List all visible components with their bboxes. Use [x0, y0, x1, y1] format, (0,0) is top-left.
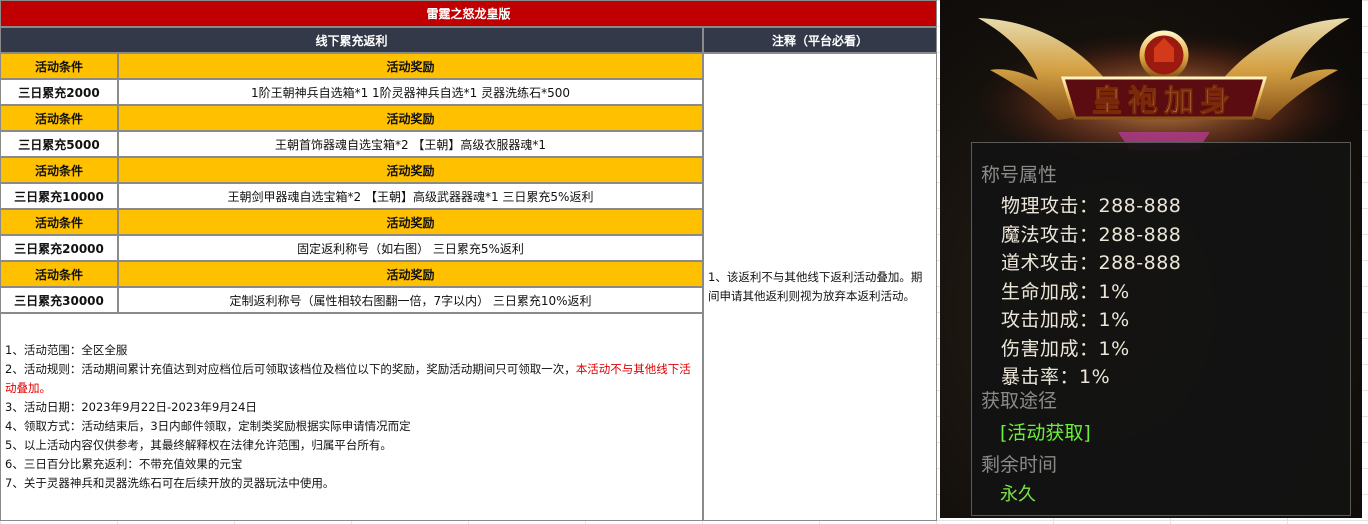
- condition-cell[interactable]: 三日累充30000: [0, 287, 118, 313]
- condition-header-cell[interactable]: 活动条件: [0, 157, 118, 183]
- condition-header-cell[interactable]: 活动条件: [0, 209, 118, 235]
- note-line-7: 7、关于灵器神兵和灵器洗练石可在后续开放的灵器玩法中使用。: [5, 476, 335, 490]
- reward-header-cell[interactable]: 活动奖励: [118, 105, 703, 131]
- attr-line: 生命加成：1%: [1001, 280, 1130, 303]
- reward-cell[interactable]: 王朝剑甲器魂自选宝箱*2 【王朝】高级武器器魂*1 三日累充5%返利: [118, 183, 703, 209]
- condition-header-cell[interactable]: 活动条件: [0, 53, 118, 79]
- note-line-1: 1、活动范围：全区全服: [5, 343, 128, 357]
- condition-cell[interactable]: 三日累充5000: [0, 131, 118, 157]
- reward-header-cell[interactable]: 活动奖励: [118, 157, 703, 183]
- reward-header-cell[interactable]: 活动奖励: [118, 261, 703, 287]
- time-value: 永久: [1000, 484, 1036, 505]
- source-section-label: 获取途径: [981, 390, 1058, 412]
- reward-cell[interactable]: 固定返利称号（如右图） 三日累充5%返利: [118, 235, 703, 261]
- remark-header[interactable]: 注释（平台必看）: [703, 27, 937, 53]
- remark-text: 1、该返利不与其他线下返利活动叠加。期间申请其他返利则视为放弃本返利活动。: [708, 270, 923, 303]
- note-line-2-text: 2、活动规则：活动期间累计充值达到对应档位后可领取该档位及档位以下的奖励，奖励活…: [5, 362, 576, 376]
- attr-line: 道术攻击：288-888: [1001, 252, 1182, 274]
- note-line-2: 2、活动规则：活动期间累计充值达到对应档位后可领取该档位及档位以下的奖励，奖励活…: [5, 360, 698, 398]
- reward-cell[interactable]: 1阶王朝神兵自选箱*1 1阶灵器神兵自选*1 灵器洗练石*500: [118, 79, 703, 105]
- attr-line: 魔法攻击：288-888: [1001, 223, 1182, 246]
- attr-line: 攻击加成：1%: [1001, 309, 1130, 331]
- sheet-title[interactable]: 雷霆之怒龙皇版: [0, 0, 937, 27]
- reward-cell[interactable]: 王朝首饰器魂自选宝箱*2 【王朝】高级衣服器魂*1: [118, 131, 703, 157]
- attr-line: 物理攻击：288-888: [1001, 195, 1182, 217]
- reward-header-cell[interactable]: 活动奖励: [118, 53, 703, 79]
- attr-line: 伤害加成：1%: [1001, 337, 1130, 360]
- emblem-wings-icon: 皇袍加身: [974, 18, 1354, 160]
- condition-cell[interactable]: 三日累充10000: [0, 183, 118, 209]
- reward-header-cell[interactable]: 活动奖励: [118, 209, 703, 235]
- title-preview-image: 皇袍加身 称号属性 物理攻击：288-888 魔法攻击：288-888 道术攻击：2…: [940, 0, 1362, 518]
- note-line-5: 5、以上活动内容仅供参考，其最终解释权在法律允许范围，归属平台所有。: [5, 438, 392, 452]
- condition-header-cell[interactable]: 活动条件: [0, 261, 118, 287]
- condition-cell[interactable]: 三日累充2000: [0, 79, 118, 105]
- reward-cell[interactable]: 定制返利称号（属性相较右图翻一倍，7字以内） 三日累充10%返利: [118, 287, 703, 313]
- attr-section-label: 称号属性: [981, 164, 1058, 186]
- source-value: [活动获取]: [1000, 422, 1091, 444]
- attr-line: 暴击率：1%: [1001, 366, 1111, 388]
- time-section-label: 剩余时间: [981, 454, 1058, 476]
- condition-header-cell[interactable]: 活动条件: [0, 105, 118, 131]
- notes-cell[interactable]: 1、活动范围：全区全服 2、活动规则：活动期间累计充值达到对应档位后可领取该档位…: [0, 313, 703, 521]
- section-header[interactable]: 线下累充返利: [0, 27, 703, 53]
- remark-cell[interactable]: 1、该返利不与其他线下返利活动叠加。期间申请其他返利则视为放弃本返利活动。: [703, 53, 937, 521]
- note-line-6: 6、三日百分比累充返利：不带充值效果的元宝: [5, 457, 243, 471]
- emblem-title: 皇袍加身: [1092, 84, 1236, 119]
- note-line-4: 4、领取方式：活动结束后，3日内邮件领取，定制类奖励根据实际申请情况而定: [5, 419, 411, 433]
- note-line-3: 3、活动日期：2023年9月22日-2023年9月24日: [5, 400, 257, 414]
- condition-cell[interactable]: 三日累充20000: [0, 235, 118, 261]
